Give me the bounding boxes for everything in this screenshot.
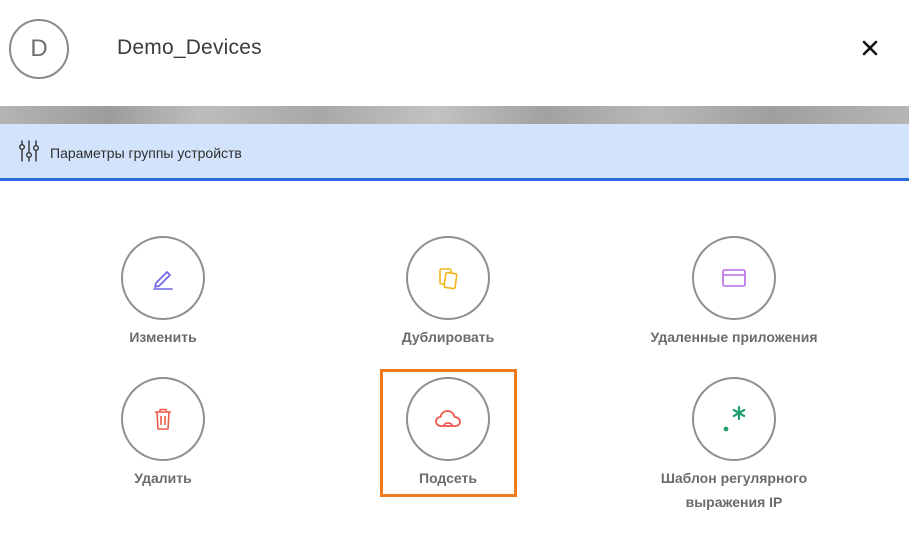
page-title: Demo_Devices: [117, 36, 262, 59]
duplicate-icon: [439, 268, 458, 290]
avatar: D: [9, 19, 69, 79]
subnet-label: Подсеть: [419, 470, 477, 486]
duplicate-action[interactable]: Дублировать: [348, 236, 548, 349]
regex-icon: [723, 405, 746, 432]
delete-label: Удалить: [134, 470, 192, 486]
delete-button[interactable]: [121, 377, 205, 461]
window-icon: [722, 269, 746, 287]
section-title: Параметры группы устройств: [50, 145, 242, 161]
edit-button[interactable]: [121, 236, 205, 320]
ip-regex-label-line1: Шаблон регулярного: [660, 470, 808, 486]
background-strip: [0, 106, 909, 124]
remote-apps-label: Удаленные приложения: [650, 329, 818, 345]
remote-apps-action[interactable]: Удаленные приложения: [634, 236, 834, 349]
close-button[interactable]: [856, 34, 884, 62]
section-header: Параметры группы устройств: [0, 124, 909, 181]
ip-regex-label: Шаблон регулярного выражения IP: [661, 466, 807, 514]
close-icon: [862, 40, 878, 56]
remote-apps-button[interactable]: [692, 236, 776, 320]
pencil-icon: [153, 271, 173, 290]
subnet-button[interactable]: [406, 377, 490, 461]
duplicate-button[interactable]: [406, 236, 490, 320]
delete-action[interactable]: Удалить: [63, 377, 263, 490]
sliders-icon: [19, 140, 39, 162]
cloud-icon: [435, 410, 461, 427]
edit-label: Изменить: [129, 329, 197, 345]
avatar-letter: D: [30, 35, 48, 62]
ip-regex-action[interactable]: Шаблон регулярного выражения IP: [634, 377, 834, 514]
ip-regex-label-line2: выражения IP: [685, 494, 783, 510]
duplicate-label: Дублировать: [401, 329, 495, 345]
dialog-header: D Demo_Devices: [0, 0, 909, 106]
edit-action[interactable]: Изменить: [63, 236, 263, 349]
subnet-action[interactable]: Подсеть: [348, 377, 548, 490]
ip-regex-button[interactable]: [692, 377, 776, 461]
trash-icon: [155, 408, 171, 430]
